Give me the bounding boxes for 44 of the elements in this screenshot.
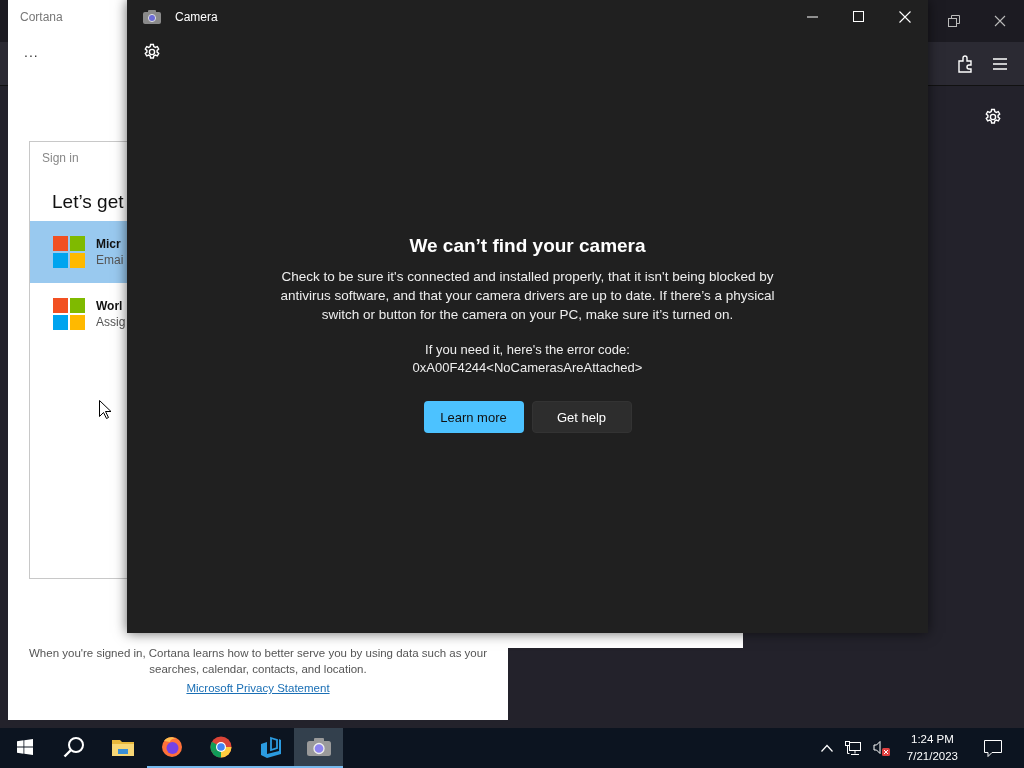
window-title: Camera xyxy=(175,10,218,24)
account-option[interactable]: Micr Emai xyxy=(30,221,127,283)
account-detail: Assig xyxy=(96,315,126,329)
error-code-label: If you need it, here's the error code: xyxy=(425,341,630,359)
more-options-button[interactable]: ... xyxy=(24,44,39,60)
error-heading: We can’t find your camera xyxy=(409,235,646,257)
settings-icon[interactable] xyxy=(984,108,1002,126)
account-name: Micr xyxy=(96,237,122,251)
menu-icon[interactable] xyxy=(993,57,1007,70)
dialog-title: Sign in xyxy=(41,150,80,165)
privacy-link[interactable]: Microsoft Privacy Statement xyxy=(186,682,330,694)
chevron-up-icon[interactable] xyxy=(820,744,833,752)
account-detail: Emai xyxy=(96,253,124,267)
folder-icon xyxy=(111,738,134,756)
footer-text: When you're signed in, Cortana learns how to better serve you by using data such as your searches, calendar, contacts, and location. xyxy=(28,646,488,677)
search-icon xyxy=(62,736,85,758)
windows-logo-icon xyxy=(53,298,85,330)
get-help-button[interactable]: Get help xyxy=(531,401,632,433)
app-icon xyxy=(258,736,281,758)
maximize-icon[interactable] xyxy=(853,11,865,23)
dialog-heading: Let’s get xyxy=(52,191,125,213)
restore-icon[interactable] xyxy=(948,15,960,27)
extensions-icon[interactable] xyxy=(957,54,973,73)
firefox-icon xyxy=(160,736,183,758)
account-option[interactable]: Worl Assig xyxy=(30,283,127,345)
account-name: Worl xyxy=(96,299,124,313)
speaker-muted-icon[interactable] xyxy=(872,740,891,756)
mouse-pointer-icon xyxy=(99,400,111,419)
camera-icon xyxy=(306,738,331,756)
chrome-icon xyxy=(209,736,232,758)
error-code: 0xA00F4244<NoCamerasAreAttached> xyxy=(412,359,643,377)
clock-date[interactable]: 7/21/2023 xyxy=(906,748,958,765)
windows-logo-icon xyxy=(16,739,33,755)
close-icon[interactable] xyxy=(994,15,1006,27)
camera-icon xyxy=(143,10,161,24)
window-title: Cortana xyxy=(20,10,63,24)
notifications-icon[interactable] xyxy=(984,739,1002,757)
windows-logo-icon xyxy=(53,236,85,268)
network-icon[interactable] xyxy=(844,740,861,756)
settings-icon[interactable] xyxy=(143,43,161,61)
taskbar-button[interactable] xyxy=(294,728,343,768)
error-message: Check to be sure it's connected and installed properly, that it isn't being blocked by antivirus software, and that your camera drivers are up to date. If there’s a physical switch or button for the camera on your PC, make sure it’s turned on. xyxy=(279,268,776,324)
learn-more-button[interactable]: Learn more xyxy=(423,401,524,433)
clock-time[interactable]: 1:24 PM xyxy=(911,731,954,748)
